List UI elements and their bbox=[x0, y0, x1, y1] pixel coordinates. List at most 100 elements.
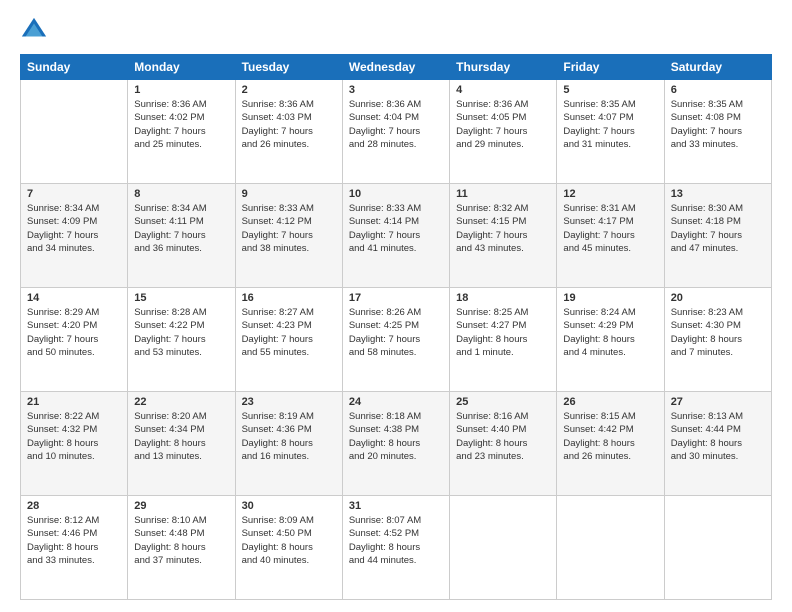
day-info: Sunrise: 8:34 AMSunset: 4:11 PMDaylight:… bbox=[134, 202, 228, 255]
day-number: 29 bbox=[134, 500, 228, 512]
calendar-cell: 29 Sunrise: 8:10 AMSunset: 4:48 PMDayligh… bbox=[128, 496, 235, 600]
day-info: Sunrise: 8:35 AMSunset: 4:07 PMDaylight:… bbox=[563, 98, 657, 151]
calendar-cell: 10 Sunrise: 8:33 AMSunset: 4:14 PMDayligh… bbox=[342, 184, 449, 288]
day-number: 20 bbox=[671, 292, 765, 304]
weekday-thursday: Thursday bbox=[450, 55, 557, 80]
calendar-cell: 2 Sunrise: 8:36 AMSunset: 4:03 PMDaylight… bbox=[235, 80, 342, 184]
day-number: 6 bbox=[671, 84, 765, 96]
logo-icon bbox=[20, 16, 48, 44]
day-info: Sunrise: 8:29 AMSunset: 4:20 PMDaylight:… bbox=[27, 306, 121, 359]
day-number: 30 bbox=[242, 500, 336, 512]
weekday-tuesday: Tuesday bbox=[235, 55, 342, 80]
day-info: Sunrise: 8:24 AMSunset: 4:29 PMDaylight:… bbox=[563, 306, 657, 359]
week-row-2: 14Sunrise: 8:29 AMSunset: 4:20 PMDayligh… bbox=[21, 288, 772, 392]
calendar-cell: 11 Sunrise: 8:32 AMSunset: 4:15 PMDayligh… bbox=[450, 184, 557, 288]
day-info: Sunrise: 8:07 AMSunset: 4:52 PMDaylight:… bbox=[349, 514, 443, 567]
day-number: 1 bbox=[134, 84, 228, 96]
weekday-wednesday: Wednesday bbox=[342, 55, 449, 80]
day-number: 15 bbox=[134, 292, 228, 304]
day-info: Sunrise: 8:22 AMSunset: 4:32 PMDaylight:… bbox=[27, 410, 121, 463]
day-info: Sunrise: 8:28 AMSunset: 4:22 PMDaylight:… bbox=[134, 306, 228, 359]
calendar-cell: 20 Sunrise: 8:23 AMSunset: 4:30 PMDayligh… bbox=[664, 288, 771, 392]
calendar-cell bbox=[450, 496, 557, 600]
calendar-cell: 6 Sunrise: 8:35 AMSunset: 4:08 PMDaylight… bbox=[664, 80, 771, 184]
day-info: Sunrise: 8:26 AMSunset: 4:25 PMDaylight:… bbox=[349, 306, 443, 359]
day-info: Sunrise: 8:10 AMSunset: 4:48 PMDaylight:… bbox=[134, 514, 228, 567]
day-info: Sunrise: 8:36 AMSunset: 4:02 PMDaylight:… bbox=[134, 98, 228, 151]
day-info: Sunrise: 8:15 AMSunset: 4:42 PMDaylight:… bbox=[563, 410, 657, 463]
day-number: 9 bbox=[242, 188, 336, 200]
calendar-cell: 30 Sunrise: 8:09 AMSunset: 4:50 PMDayligh… bbox=[235, 496, 342, 600]
week-row-4: 28Sunrise: 8:12 AMSunset: 4:46 PMDayligh… bbox=[21, 496, 772, 600]
calendar-cell bbox=[21, 80, 128, 184]
week-row-0: 1 Sunrise: 8:36 AMSunset: 4:02 PMDaylight… bbox=[21, 80, 772, 184]
calendar-cell: 15 Sunrise: 8:28 AMSunset: 4:22 PMDayligh… bbox=[128, 288, 235, 392]
weekday-saturday: Saturday bbox=[664, 55, 771, 80]
day-number: 7 bbox=[27, 188, 121, 200]
day-info: Sunrise: 8:19 AMSunset: 4:36 PMDaylight:… bbox=[242, 410, 336, 463]
day-info: Sunrise: 8:31 AMSunset: 4:17 PMDaylight:… bbox=[563, 202, 657, 255]
weekday-monday: Monday bbox=[128, 55, 235, 80]
calendar-cell: 1 Sunrise: 8:36 AMSunset: 4:02 PMDaylight… bbox=[128, 80, 235, 184]
day-info: Sunrise: 8:36 AMSunset: 4:05 PMDaylight:… bbox=[456, 98, 550, 151]
weekday-sunday: Sunday bbox=[21, 55, 128, 80]
day-number: 2 bbox=[242, 84, 336, 96]
calendar-cell: 22Sunrise: 8:20 AMSunset: 4:34 PMDayligh… bbox=[128, 392, 235, 496]
day-number: 13 bbox=[671, 188, 765, 200]
calendar-cell: 28Sunrise: 8:12 AMSunset: 4:46 PMDayligh… bbox=[21, 496, 128, 600]
day-info: Sunrise: 8:33 AMSunset: 4:12 PMDaylight:… bbox=[242, 202, 336, 255]
calendar-cell: 19 Sunrise: 8:24 AMSunset: 4:29 PMDayligh… bbox=[557, 288, 664, 392]
calendar-cell: 25Sunrise: 8:16 AMSunset: 4:40 PMDayligh… bbox=[450, 392, 557, 496]
day-number: 27 bbox=[671, 396, 765, 408]
day-number: 26 bbox=[563, 396, 657, 408]
calendar-cell: 17Sunrise: 8:26 AMSunset: 4:25 PMDayligh… bbox=[342, 288, 449, 392]
day-number: 18 bbox=[456, 292, 550, 304]
day-number: 10 bbox=[349, 188, 443, 200]
page: SundayMondayTuesdayWednesdayThursdayFrid… bbox=[0, 0, 792, 612]
day-number: 21 bbox=[27, 396, 121, 408]
day-info: Sunrise: 8:30 AMSunset: 4:18 PMDaylight:… bbox=[671, 202, 765, 255]
day-number: 3 bbox=[349, 84, 443, 96]
day-info: Sunrise: 8:27 AMSunset: 4:23 PMDaylight:… bbox=[242, 306, 336, 359]
calendar-cell bbox=[557, 496, 664, 600]
week-row-1: 7 Sunrise: 8:34 AMSunset: 4:09 PMDaylight… bbox=[21, 184, 772, 288]
day-number: 16 bbox=[242, 292, 336, 304]
day-info: Sunrise: 8:25 AMSunset: 4:27 PMDaylight:… bbox=[456, 306, 550, 359]
calendar-cell: 3Sunrise: 8:36 AMSunset: 4:04 PMDaylight… bbox=[342, 80, 449, 184]
day-number: 12 bbox=[563, 188, 657, 200]
weekday-friday: Friday bbox=[557, 55, 664, 80]
calendar-cell: 13 Sunrise: 8:30 AMSunset: 4:18 PMDayligh… bbox=[664, 184, 771, 288]
day-number: 4 bbox=[456, 84, 550, 96]
calendar-cell: 12 Sunrise: 8:31 AMSunset: 4:17 PMDayligh… bbox=[557, 184, 664, 288]
calendar-cell: 16 Sunrise: 8:27 AMSunset: 4:23 PMDayligh… bbox=[235, 288, 342, 392]
day-info: Sunrise: 8:09 AMSunset: 4:50 PMDaylight:… bbox=[242, 514, 336, 567]
header bbox=[20, 16, 772, 44]
weekday-header-row: SundayMondayTuesdayWednesdayThursdayFrid… bbox=[21, 55, 772, 80]
calendar-cell: 4 Sunrise: 8:36 AMSunset: 4:05 PMDaylight… bbox=[450, 80, 557, 184]
day-info: Sunrise: 8:20 AMSunset: 4:34 PMDaylight:… bbox=[134, 410, 228, 463]
day-number: 11 bbox=[456, 188, 550, 200]
logo bbox=[20, 16, 52, 44]
day-info: Sunrise: 8:36 AMSunset: 4:03 PMDaylight:… bbox=[242, 98, 336, 151]
day-info: Sunrise: 8:13 AMSunset: 4:44 PMDaylight:… bbox=[671, 410, 765, 463]
calendar-cell: 27 Sunrise: 8:13 AMSunset: 4:44 PMDayligh… bbox=[664, 392, 771, 496]
day-info: Sunrise: 8:33 AMSunset: 4:14 PMDaylight:… bbox=[349, 202, 443, 255]
calendar-cell: 31 Sunrise: 8:07 AMSunset: 4:52 PMDayligh… bbox=[342, 496, 449, 600]
calendar-cell: 21 Sunrise: 8:22 AMSunset: 4:32 PMDayligh… bbox=[21, 392, 128, 496]
day-number: 25 bbox=[456, 396, 550, 408]
calendar-cell: 9 Sunrise: 8:33 AMSunset: 4:12 PMDaylight… bbox=[235, 184, 342, 288]
calendar-cell bbox=[664, 496, 771, 600]
calendar-cell: 26 Sunrise: 8:15 AMSunset: 4:42 PMDayligh… bbox=[557, 392, 664, 496]
day-number: 23 bbox=[242, 396, 336, 408]
day-info: Sunrise: 8:32 AMSunset: 4:15 PMDaylight:… bbox=[456, 202, 550, 255]
day-number: 24 bbox=[349, 396, 443, 408]
day-number: 19 bbox=[563, 292, 657, 304]
day-number: 8 bbox=[134, 188, 228, 200]
calendar-cell: 14Sunrise: 8:29 AMSunset: 4:20 PMDayligh… bbox=[21, 288, 128, 392]
day-info: Sunrise: 8:35 AMSunset: 4:08 PMDaylight:… bbox=[671, 98, 765, 151]
day-number: 31 bbox=[349, 500, 443, 512]
day-number: 5 bbox=[563, 84, 657, 96]
day-info: Sunrise: 8:23 AMSunset: 4:30 PMDaylight:… bbox=[671, 306, 765, 359]
day-info: Sunrise: 8:34 AMSunset: 4:09 PMDaylight:… bbox=[27, 202, 121, 255]
day-number: 28 bbox=[27, 500, 121, 512]
